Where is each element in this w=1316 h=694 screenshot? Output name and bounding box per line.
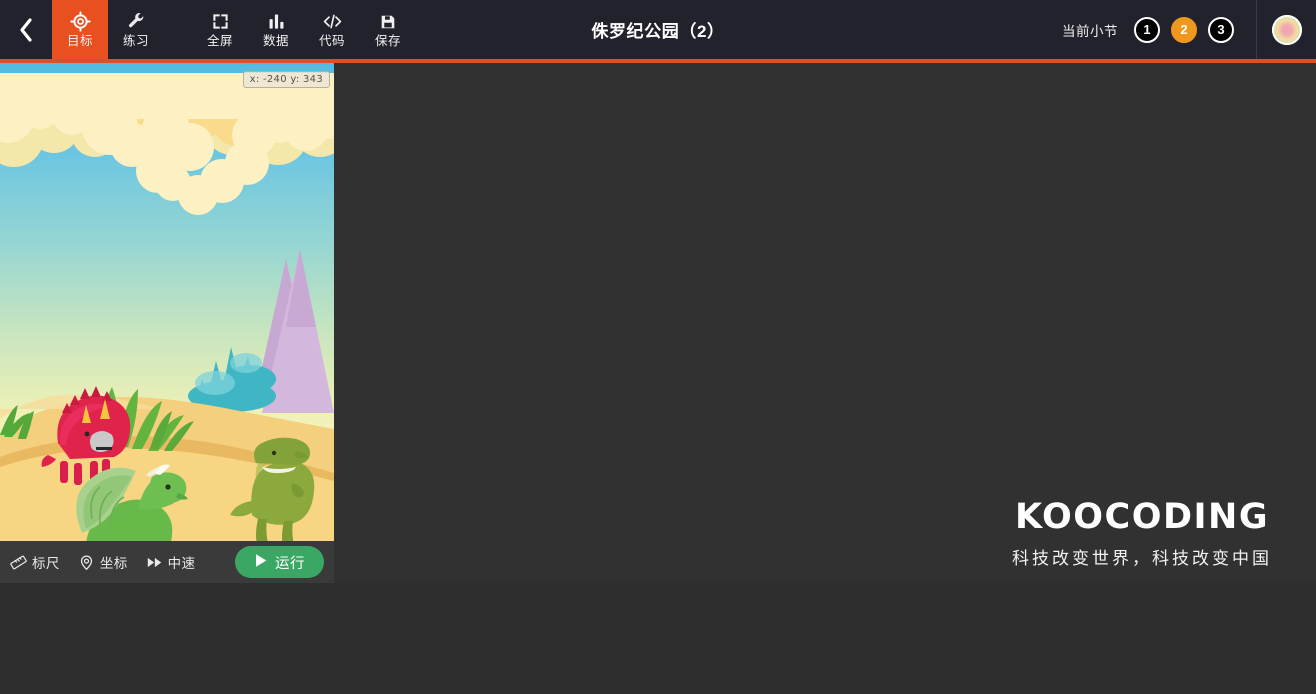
header-accent-divider bbox=[0, 59, 1316, 63]
section-chip-1[interactable]: 1 bbox=[1134, 16, 1160, 43]
play-icon bbox=[254, 553, 268, 572]
watermark-title: KOOCODING bbox=[1014, 497, 1270, 538]
bar-chart-icon bbox=[267, 12, 286, 32]
tool-practice-label: 练习 bbox=[122, 33, 149, 48]
stage-ruler-toggle[interactable]: 标尺 bbox=[10, 552, 60, 572]
stage-speed-label: 中速 bbox=[167, 556, 196, 571]
tool-fullscreen[interactable]: 全屏 bbox=[192, 0, 248, 59]
current-section-label: 当前小节 bbox=[1062, 23, 1118, 39]
stage-panel: x: -240 y: 343 标尺 坐标 中速 运行 bbox=[0, 63, 334, 583]
header-right-controls: 当前小节 1 2 3 bbox=[1062, 0, 1316, 59]
user-avatar-icon bbox=[1271, 14, 1302, 45]
tool-save[interactable]: 保存 bbox=[360, 0, 416, 59]
section-chip-group: 1 2 3 bbox=[1134, 16, 1234, 43]
toolbar: 目标 练习 全屏 数据 代码 保存 bbox=[52, 0, 416, 59]
chevron-left-icon bbox=[18, 17, 34, 43]
code-icon bbox=[322, 12, 343, 32]
stage-speed-toggle[interactable]: 中速 bbox=[146, 552, 196, 572]
location-pin-icon bbox=[78, 554, 95, 571]
tool-data-label: 数据 bbox=[262, 33, 289, 48]
stage-ruler-label: 标尺 bbox=[32, 556, 60, 571]
koocoding-watermark: KOOCODING 科技改变世界，科技改变中国 bbox=[1012, 499, 1272, 569]
tool-goal[interactable]: 目标 bbox=[52, 0, 108, 59]
stage-coordinate-toggle[interactable]: 坐标 bbox=[78, 552, 128, 572]
section-chip-3[interactable]: 3 bbox=[1208, 16, 1234, 43]
app-header: 目标 练习 全屏 数据 代码 保存 当前小节 1 2 3 侏罗纪公园（2） bbox=[0, 0, 1316, 59]
stage-toolbar: 标尺 坐标 中速 运行 bbox=[0, 541, 334, 583]
section-chip-2-label: 2 bbox=[1180, 22, 1188, 37]
tool-goal-label: 目标 bbox=[66, 33, 93, 48]
run-button-label: 运行 bbox=[275, 555, 305, 572]
save-icon bbox=[379, 12, 397, 32]
jurassic-scene bbox=[0, 63, 334, 541]
stage-canvas[interactable]: x: -240 y: 343 bbox=[0, 63, 334, 541]
tool-code[interactable]: 代码 bbox=[304, 0, 360, 59]
tool-fullscreen-label: 全屏 bbox=[206, 33, 233, 48]
section-chip-3-label: 3 bbox=[1217, 22, 1225, 37]
wrench-icon bbox=[127, 12, 146, 32]
tool-practice[interactable]: 练习 bbox=[108, 0, 164, 59]
section-chip-1-label: 1 bbox=[1143, 22, 1151, 37]
page-background-fill bbox=[0, 583, 1316, 694]
stage-coordinates-readout: x: -240 y: 343 bbox=[242, 71, 330, 88]
target-icon bbox=[69, 11, 91, 32]
tool-code-label: 代码 bbox=[318, 33, 345, 48]
back-button[interactable] bbox=[0, 0, 52, 59]
fast-forward-icon bbox=[146, 554, 163, 571]
app-root: 目标 练习 全屏 数据 代码 保存 当前小节 1 2 3 侏罗纪公园（2） x:… bbox=[0, 0, 1316, 694]
stage-coordinate-label: 坐标 bbox=[99, 556, 128, 571]
code-workspace[interactable]: KOOCODING 科技改变世界，科技改变中国 bbox=[334, 63, 1316, 583]
fullscreen-icon bbox=[211, 12, 230, 32]
user-avatar-button[interactable] bbox=[1256, 0, 1316, 59]
tool-data[interactable]: 数据 bbox=[248, 0, 304, 59]
run-button[interactable]: 运行 bbox=[235, 546, 324, 578]
tool-save-label: 保存 bbox=[374, 33, 401, 48]
section-chip-2[interactable]: 2 bbox=[1171, 16, 1197, 43]
watermark-subtitle: 科技改变世界，科技改变中国 bbox=[1012, 549, 1272, 568]
ruler-icon bbox=[10, 554, 27, 571]
